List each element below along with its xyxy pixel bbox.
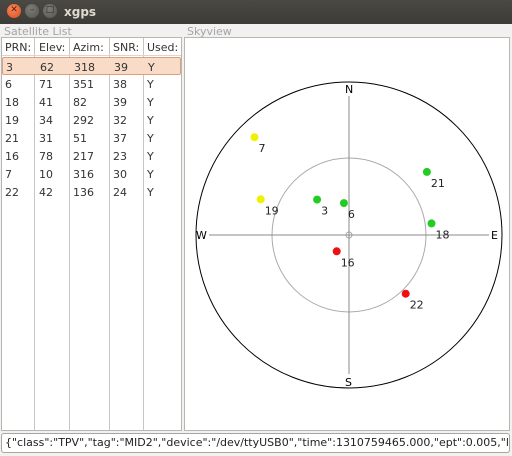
north-label: N bbox=[345, 83, 353, 96]
cell-azim: 318 bbox=[74, 61, 95, 74]
satellite-label-19: 19 bbox=[265, 204, 279, 217]
cell-snr: 39 bbox=[113, 96, 127, 109]
maximize-button[interactable]: □ bbox=[43, 4, 57, 18]
cell-used: Y bbox=[147, 114, 154, 127]
cell-snr: 30 bbox=[113, 168, 127, 181]
maximize-icon: □ bbox=[45, 5, 55, 15]
satellite-marker-16 bbox=[332, 247, 341, 256]
satellite-label-3: 3 bbox=[321, 205, 328, 218]
satellite-marker-22 bbox=[401, 289, 410, 298]
satellite-marker-6 bbox=[339, 199, 348, 208]
satellite-label-16: 16 bbox=[341, 256, 355, 269]
cell-azim: 136 bbox=[73, 186, 94, 199]
satellite-row[interactable]: 21 31 51 37 Y bbox=[2, 129, 181, 147]
close-icon: ✕ bbox=[10, 5, 18, 15]
satellite-row[interactable]: 22 42 136 24 Y bbox=[2, 183, 181, 201]
cell-elev: 31 bbox=[39, 132, 53, 145]
status-text-field[interactable]: {"class":"TPV","tag":"MID2","device":"/d… bbox=[1, 433, 510, 453]
cell-azim: 217 bbox=[73, 150, 94, 163]
cell-prn: 19 bbox=[5, 114, 19, 127]
cell-used: Y bbox=[147, 150, 154, 163]
cell-snr: 39 bbox=[114, 61, 128, 74]
cell-elev: 10 bbox=[39, 168, 53, 181]
minimize-icon: – bbox=[29, 5, 35, 15]
cell-used: Y bbox=[147, 186, 154, 199]
satellite-row[interactable]: 19 34 292 32 Y bbox=[2, 111, 181, 129]
window-title: xgps bbox=[64, 5, 97, 19]
header-elev[interactable]: Elev: bbox=[39, 41, 65, 54]
cell-azim: 316 bbox=[73, 168, 94, 181]
cell-used: Y bbox=[147, 168, 154, 181]
satellite-row[interactable]: 16 78 217 23 Y bbox=[2, 147, 181, 165]
cell-azim: 51 bbox=[73, 132, 87, 145]
cell-used: Y bbox=[147, 78, 154, 91]
cell-elev: 34 bbox=[39, 114, 53, 127]
satellite-marker-7 bbox=[250, 133, 259, 142]
cell-snr: 32 bbox=[113, 114, 127, 127]
satellite-row[interactable]: 18 41 82 39 Y bbox=[2, 93, 181, 111]
satellite-row[interactable]: 6 71 351 38 Y bbox=[2, 75, 181, 93]
satellite-list[interactable]: PRN: Elev: Azim: SNR: Used: 3 62 318 39 Y 6 71… bbox=[1, 37, 182, 431]
cell-azim: 82 bbox=[73, 96, 87, 109]
cell-snr: 24 bbox=[113, 186, 127, 199]
west-label: W bbox=[196, 229, 207, 242]
cell-elev: 42 bbox=[39, 186, 53, 199]
skyview-plot: N S W E 3 6 18 19 21 16 7 22 bbox=[195, 81, 503, 389]
cell-used: Y bbox=[148, 61, 155, 74]
satellite-row[interactable]: 3 62 318 39 Y bbox=[2, 57, 181, 75]
list-header: PRN: Elev: Azim: SNR: Used: bbox=[2, 38, 181, 56]
cell-prn: 3 bbox=[6, 61, 13, 74]
cell-snr: 38 bbox=[113, 78, 127, 91]
header-snr[interactable]: SNR: bbox=[113, 41, 139, 54]
cell-elev: 41 bbox=[39, 96, 53, 109]
cell-prn: 22 bbox=[5, 186, 19, 199]
cell-used: Y bbox=[147, 96, 154, 109]
satellite-label-21: 21 bbox=[431, 177, 445, 190]
cell-elev: 71 bbox=[39, 78, 53, 91]
cell-azim: 351 bbox=[73, 78, 94, 91]
title-bar: ✕ – □ xgps bbox=[0, 0, 512, 24]
satellite-label-7: 7 bbox=[259, 142, 266, 155]
cell-prn: 21 bbox=[5, 132, 19, 145]
cell-prn: 16 bbox=[5, 150, 19, 163]
cell-snr: 37 bbox=[113, 132, 127, 145]
satellite-label-22: 22 bbox=[410, 299, 424, 312]
cell-elev: 62 bbox=[40, 61, 54, 74]
satellite-marker-21 bbox=[422, 167, 431, 176]
skyview-panel: N S W E 3 6 18 19 21 16 7 22 bbox=[184, 37, 510, 431]
cell-prn: 6 bbox=[5, 78, 12, 91]
satellite-label-18: 18 bbox=[436, 228, 450, 241]
cell-prn: 18 bbox=[5, 96, 19, 109]
cell-prn: 7 bbox=[5, 168, 12, 181]
satellite-row[interactable]: 7 10 316 30 Y bbox=[2, 165, 181, 183]
close-button[interactable]: ✕ bbox=[7, 4, 21, 18]
satellite-marker-18 bbox=[427, 219, 436, 228]
cell-used: Y bbox=[147, 132, 154, 145]
satellite-marker-19 bbox=[256, 195, 265, 204]
minimize-button[interactable]: – bbox=[25, 4, 39, 18]
satellite-marker-3 bbox=[313, 195, 322, 204]
cell-azim: 292 bbox=[73, 114, 94, 127]
cell-elev: 78 bbox=[39, 150, 53, 163]
east-label: E bbox=[491, 229, 498, 242]
header-used[interactable]: Used: bbox=[147, 41, 178, 54]
header-prn[interactable]: PRN: bbox=[5, 41, 31, 54]
header-azim[interactable]: Azim: bbox=[73, 41, 104, 54]
cell-snr: 23 bbox=[113, 150, 127, 163]
satellite-label-6: 6 bbox=[348, 208, 355, 221]
south-label: S bbox=[345, 376, 352, 389]
